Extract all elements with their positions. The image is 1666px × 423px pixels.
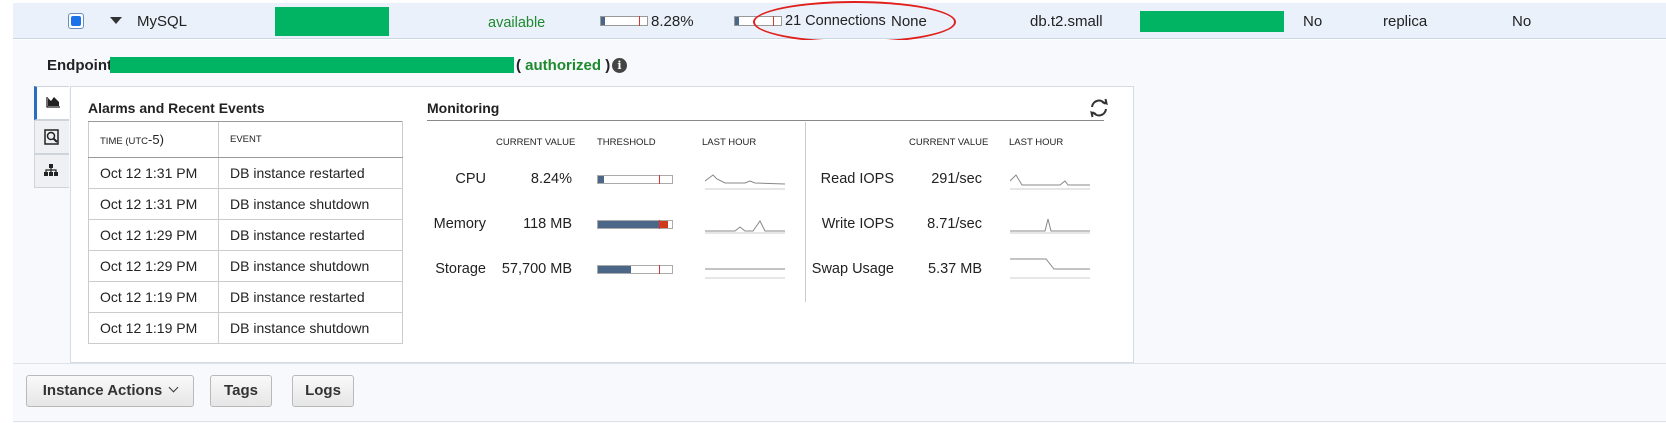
event-row: Oct 12 1:31 PM DB instance shutdown — [88, 188, 403, 220]
col-time: TIME (UTC-5) — [88, 121, 219, 158]
event-row: Oct 12 1:29 PM DB instance shutdown — [88, 250, 403, 282]
metric-value-memory: 118 MB — [523, 216, 572, 232]
event-row: Oct 12 1:19 PM DB instance shutdown — [88, 312, 403, 344]
events-header-row: TIME (UTC-5) EVENT — [88, 121, 403, 158]
alarms-title: Alarms and Recent Events — [88, 100, 265, 116]
instance-class-cell: db.t2.small — [1030, 13, 1103, 30]
threshold-marker-cpu — [659, 175, 660, 184]
tags-button[interactable]: Tags — [210, 375, 272, 407]
redacted-endpoint-block — [110, 57, 514, 73]
hierarchy-icon — [44, 164, 58, 176]
threshold-marker-memory — [659, 220, 660, 229]
metric-label-memory: Memory — [433, 216, 486, 232]
cpu-mini-bar — [600, 16, 648, 26]
metric-label-cpu: CPU — [455, 171, 486, 187]
bottom-divider — [13, 421, 1666, 422]
hdr-current-value-right: CURRENT VALUE — [909, 137, 989, 148]
hdr-last-hour-right: LAST HOUR — [1009, 137, 1064, 148]
refresh-icon[interactable] — [1088, 97, 1110, 119]
endpoint-auth: ( authorized ) — [516, 57, 610, 74]
event-time: Oct 12 1:19 PM — [88, 312, 219, 344]
threshold-bar-memory — [597, 220, 673, 229]
threshold-bar-cpu — [597, 175, 673, 184]
annotation-ellipse — [753, 1, 956, 43]
sparkline-storage — [705, 268, 785, 279]
event-row: Oct 12 1:31 PM DB instance restarted — [88, 157, 403, 189]
cpu-mini-fill — [601, 17, 605, 25]
threshold-fill-memory — [598, 221, 661, 228]
sparkline-memory — [705, 220, 785, 234]
auth-open: ( — [516, 57, 521, 74]
metric-value-swap-usage: 5.37 MB — [928, 261, 982, 277]
hdr-threshold: THRESHOLD — [597, 137, 656, 148]
chevron-down-icon — [168, 382, 179, 393]
encrypted-cell: No — [1512, 13, 1532, 30]
event-time: Oct 12 1:19 PM — [88, 281, 219, 313]
replication-role-cell: replica — [1383, 13, 1428, 30]
tab-monitoring[interactable] — [34, 86, 69, 120]
status-available: available — [488, 15, 546, 31]
monitoring-divider — [427, 120, 1104, 121]
logs-button[interactable]: Logs — [292, 375, 354, 407]
connections-mini-fill — [735, 17, 739, 25]
monitoring-title: Monitoring — [427, 100, 500, 116]
metric-value-read-iops: 291/sec — [931, 171, 982, 187]
hdr-last-hour: LAST HOUR — [702, 137, 757, 148]
event-time: Oct 12 1:29 PM — [88, 250, 219, 282]
hdr-current-value: CURRENT VALUE — [496, 137, 576, 148]
metric-value-write-iops: 8.71/sec — [927, 216, 982, 232]
threshold-marker-storage — [659, 265, 660, 274]
sparkline-swap-usage — [1010, 258, 1090, 279]
redacted-zone-block — [1140, 11, 1284, 32]
magnify-doc-icon — [44, 129, 59, 145]
sparkline-read-iops — [1010, 174, 1090, 190]
event-text: DB instance restarted — [218, 281, 403, 313]
threshold-fill-cpu — [598, 176, 604, 183]
instance-actions-label: Instance Actions — [42, 382, 163, 399]
sparkline-cpu — [705, 174, 785, 190]
metric-label-swap-usage: Swap Usage — [811, 261, 894, 277]
event-text: DB instance restarted — [218, 219, 403, 251]
event-time: Oct 12 1:29 PM — [88, 219, 219, 251]
metric-label-read-iops: Read IOPS — [820, 171, 894, 187]
engine-cell: MySQL — [137, 13, 188, 30]
row-checkbox[interactable] — [68, 13, 84, 29]
threshold-bar-storage — [597, 265, 673, 274]
event-text: DB instance shutdown — [218, 188, 403, 220]
checkbox-checked-mark — [71, 16, 81, 26]
event-text: DB instance shutdown — [218, 312, 403, 344]
event-row: Oct 12 1:19 PM DB instance restarted — [88, 281, 403, 313]
metric-label-write-iops: Write IOPS — [821, 216, 894, 232]
col-event: EVENT — [218, 121, 403, 158]
threshold-red-memory — [659, 221, 668, 228]
endpoint-label: Endpoint: — [47, 57, 117, 74]
event-time: Oct 12 1:31 PM — [88, 188, 219, 220]
cpu-percent: 8.28% — [651, 13, 694, 30]
event-time: Oct 12 1:31 PM — [88, 157, 219, 189]
event-text: DB instance shutdown — [218, 250, 403, 282]
metric-label-storage: Storage — [435, 261, 486, 277]
auth-status: authorized — [525, 57, 602, 74]
panel-footer-divider — [13, 363, 1666, 364]
expand-caret-icon[interactable] — [110, 17, 122, 24]
tab-logs-search[interactable] — [34, 120, 69, 154]
events-table: TIME (UTC-5) EVENT Oct 12 1:31 PM DB inst… — [88, 121, 403, 344]
tab-topology[interactable] — [34, 154, 69, 188]
event-text: DB instance restarted — [218, 157, 403, 189]
metric-value-storage: 57,700 MB — [501, 261, 572, 277]
cpu-mini-threshold — [639, 16, 640, 26]
sparkline-write-iops — [1010, 218, 1090, 234]
auth-close: ) — [605, 57, 611, 74]
redacted-identifier-block — [275, 7, 389, 36]
threshold-fill-storage — [598, 266, 632, 273]
multi-az-cell: No — [1303, 13, 1323, 30]
instance-actions-button[interactable]: Instance Actions — [26, 375, 194, 407]
metric-value-cpu: 8.24% — [530, 171, 572, 187]
event-row: Oct 12 1:29 PM DB instance restarted — [88, 219, 403, 251]
info-icon[interactable]: i — [612, 58, 627, 73]
area-chart-icon — [46, 97, 60, 108]
